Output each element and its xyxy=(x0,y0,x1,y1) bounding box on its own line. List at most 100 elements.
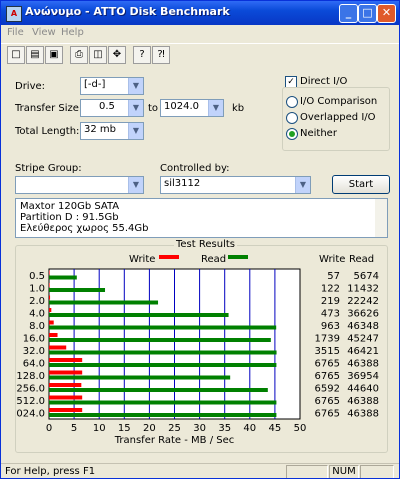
read-bar xyxy=(49,350,277,355)
read-value: 46388 xyxy=(347,358,379,369)
title-bar[interactable]: A Ανώνυμο - ATTO Disk Benchmark _ □ ✕ xyxy=(1,1,399,25)
test-results-group: Test Results 0 5 10 15 20 25 30 35 40 45 50 Transfe… xyxy=(15,239,388,453)
write-value: 473 xyxy=(321,308,340,319)
to-label: to xyxy=(148,103,159,114)
legend-write-label: Write xyxy=(129,254,155,265)
write-value: 122 xyxy=(321,283,340,294)
chevron-down-icon[interactable]: ▼ xyxy=(295,177,310,193)
overlapped-io-label: Overlapped I/O xyxy=(300,112,376,123)
chevron-down-icon[interactable]: ▼ xyxy=(128,177,143,193)
category-label: 4.0 xyxy=(29,308,45,319)
read-bar xyxy=(49,275,77,280)
total-length-select[interactable]: 32 mb ▼ xyxy=(80,122,144,140)
x-tick-label: 25 xyxy=(168,423,181,434)
write-bar xyxy=(49,358,83,362)
help-icon[interactable]: ? xyxy=(133,46,151,64)
read-bar xyxy=(49,413,277,417)
transfer-to-select[interactable]: 1024.0 ▼ xyxy=(160,99,224,117)
read-bar xyxy=(49,313,229,317)
chevron-down-icon[interactable]: ▼ xyxy=(208,100,223,116)
x-tick-label: 10 xyxy=(93,423,106,434)
category-label: 256.0 xyxy=(16,383,45,394)
legend-read-label: Read xyxy=(201,254,226,265)
write-bar xyxy=(49,383,82,387)
neither-label: Neither xyxy=(300,128,337,139)
info-scrollbar[interactable] xyxy=(375,199,387,237)
read-bar xyxy=(49,288,106,292)
write-column-header: Write xyxy=(319,254,345,265)
write-value: 6765 xyxy=(315,358,340,369)
category-label: 0.5 xyxy=(29,271,45,282)
total-length-value: 32 mb xyxy=(84,124,116,135)
write-bar xyxy=(49,333,58,337)
context-help-icon[interactable]: ⁈ xyxy=(152,46,170,64)
io-comparison-radio[interactable] xyxy=(286,96,298,108)
category-label: 8.0 xyxy=(29,321,45,332)
save-icon[interactable]: ▣ xyxy=(45,46,63,64)
status-panel xyxy=(286,465,328,478)
x-tick-label: 15 xyxy=(118,423,131,434)
chevron-down-icon[interactable]: ▼ xyxy=(128,123,143,139)
x-tick-label: 45 xyxy=(269,423,282,434)
read-bar xyxy=(49,375,231,380)
write-value: 219 xyxy=(321,296,340,307)
read-bar xyxy=(49,363,277,367)
legend-read-swatch xyxy=(228,255,248,259)
write-bar xyxy=(49,283,50,287)
read-value: 45247 xyxy=(347,333,379,344)
category-label: 32.0 xyxy=(23,346,45,357)
category-label: 128.0 xyxy=(16,371,45,382)
drive-select[interactable]: [-d-] ▼ xyxy=(80,77,144,95)
transfer-size-label: Transfer Size: xyxy=(15,103,83,114)
category-label: 1024.0 xyxy=(16,408,45,419)
write-bar xyxy=(49,308,52,312)
category-label: 1.0 xyxy=(29,283,45,294)
x-tick-label: 40 xyxy=(243,423,256,434)
category-label: 2.0 xyxy=(29,296,45,307)
move-icon[interactable]: ✥ xyxy=(108,46,126,64)
x-tick-label: 30 xyxy=(193,423,206,434)
chevron-down-icon[interactable]: ▼ xyxy=(128,78,143,94)
category-label: 16.0 xyxy=(23,333,45,344)
read-column-header: Read xyxy=(349,254,374,265)
minimize-button[interactable]: _ xyxy=(339,4,358,23)
write-value: 6765 xyxy=(315,396,340,407)
total-length-label: Total Length: xyxy=(15,126,80,137)
read-value: 44640 xyxy=(347,383,379,394)
drive-value: [-d-] xyxy=(84,79,106,90)
menu-file[interactable]: File xyxy=(7,27,24,38)
info-line: Maxtor 120Gb SATA xyxy=(20,201,120,212)
print-preview-icon[interactable]: ◫ xyxy=(89,46,107,64)
toolbar: □ ▤ ▣ ⎙ ◫ ✥ ? ⁈ xyxy=(1,43,399,68)
menu-view[interactable]: View xyxy=(32,27,56,38)
status-bar: For Help, press F1 NUM xyxy=(1,463,399,478)
chevron-down-icon[interactable]: ▼ xyxy=(128,100,143,116)
write-value: 1739 xyxy=(315,333,340,344)
new-document-icon[interactable]: □ xyxy=(7,46,25,64)
controlled-by-label: Controlled by: xyxy=(160,163,230,174)
controlled-by-select[interactable]: sil3112 ▼ xyxy=(160,176,311,194)
write-value: 3515 xyxy=(315,346,340,357)
overlapped-io-radio[interactable] xyxy=(286,112,298,124)
read-value: 5674 xyxy=(354,271,379,282)
neither-radio[interactable] xyxy=(286,128,298,140)
io-comparison-label: I/O Comparison xyxy=(300,96,378,107)
maximize-button[interactable]: □ xyxy=(358,4,377,23)
description-textbox[interactable]: Maxtor 120Gb SATA Partition D : 91.5Gb Ε… xyxy=(15,198,388,238)
print-icon[interactable]: ⎙ xyxy=(70,46,88,64)
direct-io-label: Direct I/O xyxy=(300,76,348,87)
transfer-to-value: 1024.0 xyxy=(164,101,199,112)
menu-help[interactable]: Help xyxy=(61,27,84,38)
close-button[interactable]: ✕ xyxy=(377,4,396,23)
transfer-from-select[interactable]: 0.5 ▼ xyxy=(80,99,144,117)
info-line: Ελεύθερος χωρος 55.4Gb xyxy=(20,223,149,234)
start-button[interactable]: Start xyxy=(332,175,390,194)
stripe-group-select[interactable]: ▼ xyxy=(15,176,144,194)
read-value: 46348 xyxy=(347,321,379,332)
open-folder-icon[interactable]: ▤ xyxy=(26,46,44,64)
read-value: 46388 xyxy=(347,396,379,407)
results-chart: 0 5 10 15 20 25 30 35 40 45 50 Transfer Rate - MB /… xyxy=(16,254,379,446)
read-value: 46388 xyxy=(347,408,379,419)
read-value: 36626 xyxy=(347,308,379,319)
menu-bar: File View Help xyxy=(1,25,399,42)
